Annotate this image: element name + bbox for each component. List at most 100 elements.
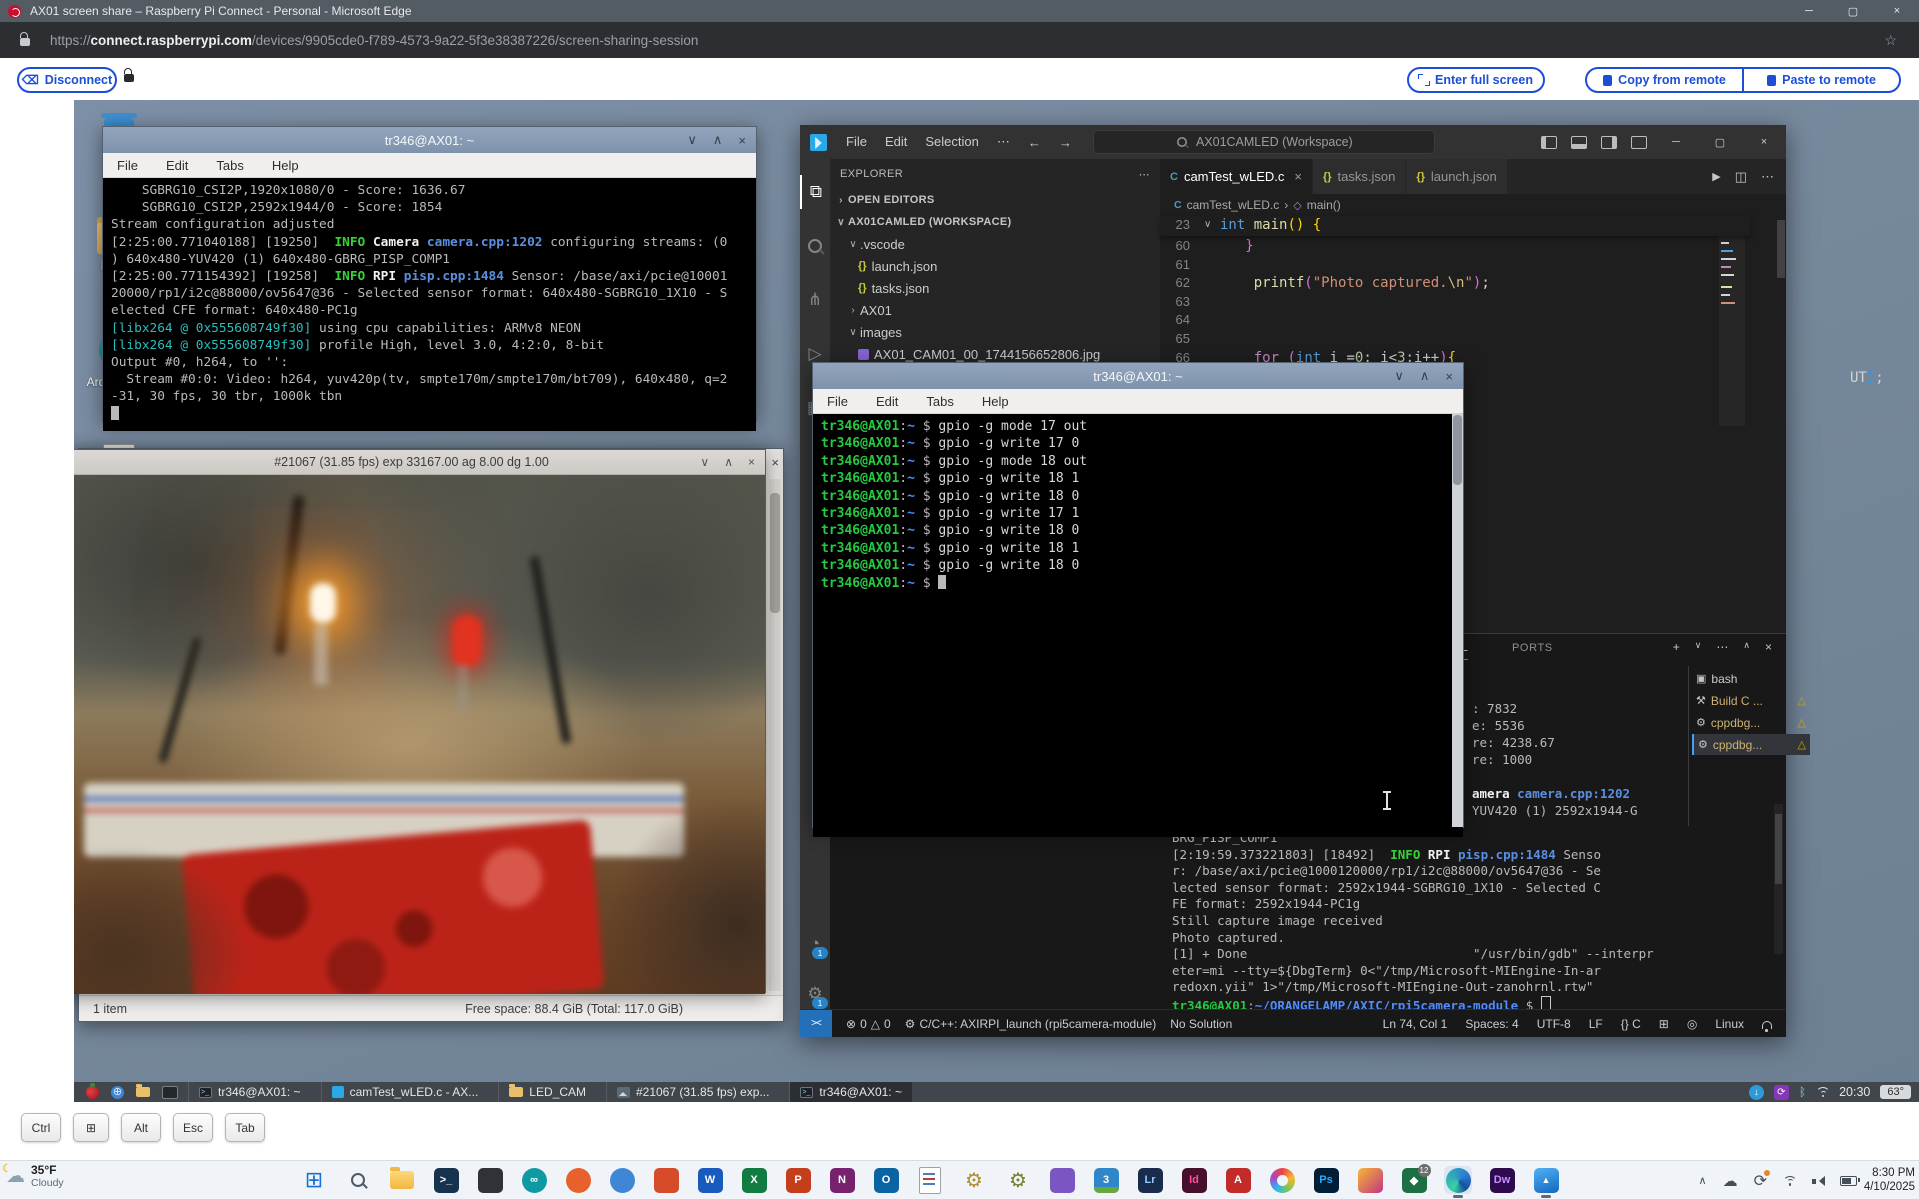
editor-more-icon[interactable]: ⋯ — [1761, 169, 1774, 185]
taskbar-window-camtest-wled-c-ax-[interactable]: camTest_wLED.c - AX... — [321, 1082, 489, 1102]
shade-icon[interactable]: ∨ — [700, 455, 709, 469]
unshade-icon[interactable]: ∧ — [724, 455, 733, 469]
menu-item-help[interactable]: Help — [968, 394, 1023, 409]
camera-window-titlebar[interactable]: #21067 (31.85 fps) exp 33167.00 ag 8.00 … — [74, 450, 765, 475]
taskbar-app-app-excel[interactable]: X — [740, 1166, 768, 1194]
browser-globe-icon[interactable]: ⊕ — [111, 1086, 124, 1099]
explorer-section-open-editors[interactable]: ›OPEN EDITORS — [830, 189, 1160, 211]
vscode-maximize-button[interactable]: ▢ — [1698, 131, 1742, 153]
back-icon[interactable]: ← — [1019, 135, 1050, 150]
panel-maximize-icon[interactable]: ∧ — [1743, 640, 1750, 654]
tab-camtest-wled-c[interactable]: CcamTest_wLED.c× — [1160, 159, 1313, 194]
vscode-close-button[interactable]: × — [1742, 131, 1786, 153]
new-terminal-icon[interactable]: + — [1673, 640, 1680, 654]
vscode-menu-file[interactable]: File — [837, 134, 876, 149]
taskbar-app-app-red[interactable] — [652, 1166, 680, 1194]
grid-icon[interactable]: ⊞ — [1659, 1017, 1669, 1031]
minimize-button[interactable]: ─ — [1787, 0, 1831, 22]
maximize-button[interactable]: ▢ — [1831, 0, 1875, 22]
virtual-key-ctrl[interactable]: Ctrl — [21, 1113, 61, 1142]
vscode-menu-selection[interactable]: Selection — [916, 134, 987, 149]
copy-from-remote-button[interactable]: Copy from remote — [1587, 69, 1742, 91]
taskbar-app-start[interactable]: ⊞ — [300, 1166, 328, 1194]
tray-chevron-icon[interactable]: ∧ — [1699, 1174, 1707, 1187]
remote-indicator[interactable]: >< — [800, 1010, 832, 1037]
taskbar-app-3ds-max[interactable]: 3 — [1092, 1166, 1120, 1194]
battery-icon[interactable] — [1840, 1176, 1857, 1186]
shade-icon[interactable]: ∨ — [1394, 368, 1404, 384]
explorer-item-tasks-json[interactable]: {}tasks.json — [830, 277, 1160, 299]
weather-widget[interactable]: ☾☁ 35°F Cloudy — [6, 1164, 64, 1189]
sync-icon[interactable]: ⟳ — [1754, 1171, 1767, 1191]
explorer-item--vscode[interactable]: ∨.vscode — [830, 233, 1160, 255]
remote-desktop[interactable]: TrashPICam∞Arduino IDEmqttE url × 1 item… — [74, 100, 1919, 1102]
accounts-icon[interactable]: ◔1 — [800, 927, 830, 961]
taskbar-app-photoshop[interactable]: Ps — [1312, 1166, 1340, 1194]
remote-clock[interactable]: 20:30 — [1839, 1085, 1870, 1099]
terminal2-output[interactable]: tr346@AX01:~ $ gpio -g mode 17 outtr346@… — [813, 414, 1463, 837]
close-button[interactable]: × — [1875, 0, 1919, 22]
favorites-star-icon[interactable]: ☆ — [1884, 32, 1897, 49]
taskbar-app-file-explorer[interactable] — [388, 1166, 416, 1194]
unshade-icon[interactable]: ∧ — [713, 132, 723, 148]
feedback-icon[interactable]: ◎ — [1687, 1017, 1697, 1031]
file-manager-icon[interactable] — [136, 1087, 150, 1097]
vscode-titlebar[interactable]: FileEditSelection⋯ ← → AX01CAMLED (Works… — [800, 125, 1786, 159]
speaker-icon[interactable] — [1812, 1176, 1824, 1186]
taskbar-app-gear-app-2[interactable]: ⚙ — [1004, 1166, 1032, 1194]
explorer-icon[interactable]: ⧉ — [800, 175, 830, 209]
close-tab-icon[interactable]: × — [1294, 169, 1302, 184]
camera-preview-window[interactable]: #21067 (31.85 fps) exp 33167.00 ag 8.00 … — [74, 449, 766, 993]
terminal2-scrollbar[interactable] — [1452, 413, 1463, 827]
panel-close-icon[interactable]: × — [1765, 640, 1772, 654]
explorer-more-icon[interactable]: ⋯ — [1139, 168, 1150, 181]
breadcrumb[interactable]: C camTest_wLED.c › ◇ main() — [1160, 194, 1786, 216]
unshade-icon[interactable]: ∧ — [1420, 368, 1430, 384]
url-text[interactable]: https://connect.raspberrypi.com/devices/… — [50, 33, 698, 48]
launch-config-status[interactable]: ⚙ C/C++: AXIRPI_launch (rpi5camera-modul… — [905, 1017, 1157, 1031]
status-item-ln-74-col-1[interactable]: Ln 74, Col 1 — [1383, 1017, 1448, 1031]
updates-download-icon[interactable]: ↓ — [1749, 1085, 1764, 1100]
status-item-utf-8[interactable]: UTF-8 — [1537, 1017, 1571, 1031]
terminal1-titlebar[interactable]: tr346@AX01: ~ ∨ ∧ × — [103, 127, 756, 153]
forward-icon[interactable]: → — [1050, 135, 1081, 150]
close-icon[interactable]: × — [748, 455, 755, 469]
close-icon[interactable]: × — [738, 133, 746, 148]
vscode-menu-⋯[interactable]: ⋯ — [988, 134, 1019, 149]
toggle-secondary-sidebar-icon[interactable] — [1601, 136, 1617, 149]
command-center-search[interactable]: AX01CAMLED (Workspace) — [1093, 130, 1435, 154]
terminal2-titlebar[interactable]: tr346@AX01: ~ ∨ ∧ × — [813, 363, 1463, 389]
menu-item-edit[interactable]: Edit — [152, 158, 202, 173]
taskbar-app-indesign[interactable]: Id — [1180, 1166, 1208, 1194]
file-manager-scrollbar[interactable] — [769, 479, 781, 991]
taskbar-app-app-onenote[interactable]: N — [828, 1166, 856, 1194]
taskbar-app-edge[interactable] — [1444, 1166, 1472, 1194]
menu-item-tabs[interactable]: Tabs — [202, 158, 257, 173]
search-icon[interactable] — [800, 229, 830, 263]
customize-layout-icon[interactable] — [1631, 136, 1647, 149]
problems-status[interactable]: ⊗0 △0 — [846, 1017, 891, 1031]
taskbar-app-search[interactable] — [344, 1166, 372, 1194]
taskbar-app-axi-doc[interactable] — [916, 1166, 944, 1194]
taskbar-window-led-cam[interactable]: LED_CAM — [498, 1082, 596, 1102]
close-icon[interactable]: × — [1445, 369, 1453, 384]
explorer-item-ax01[interactable]: ›AX01 — [830, 299, 1160, 321]
toggle-panel-icon[interactable] — [1571, 136, 1587, 149]
taskbar-clock[interactable]: 8:30 PM 4/10/2025 — [1864, 1166, 1915, 1194]
terminal1-window[interactable]: tr346@AX01: ~ ∨ ∧ × FileEditTabsHelp SGB… — [102, 126, 757, 422]
menu-item-edit[interactable]: Edit — [862, 394, 912, 409]
tab-tasks-json[interactable]: {}tasks.json — [1313, 159, 1406, 194]
split-editor-icon[interactable]: ◫ — [1735, 169, 1747, 185]
virtual-key-win[interactable]: ⊞ — [73, 1113, 109, 1142]
taskbar-app-app-green[interactable]: ◆12 — [1400, 1166, 1428, 1194]
menu-item-file[interactable]: File — [103, 158, 152, 173]
taskbar-app-lightroom[interactable]: Lr — [1136, 1166, 1164, 1194]
tab-launch-json[interactable]: {}launch.json — [1406, 159, 1507, 194]
disconnect-button[interactable]: ⌫ Disconnect — [17, 67, 117, 93]
paste-to-remote-button[interactable]: Paste to remote — [1744, 69, 1899, 91]
menu-item-help[interactable]: Help — [258, 158, 313, 173]
terminal-list-item-build-c-[interactable]: ⚒Build C ...△ — [1692, 690, 1810, 711]
toggle-sidebar-icon[interactable] — [1541, 136, 1557, 149]
minimap[interactable] — [1719, 216, 1745, 426]
taskbar-app-app-gradient[interactable] — [1356, 1166, 1384, 1194]
